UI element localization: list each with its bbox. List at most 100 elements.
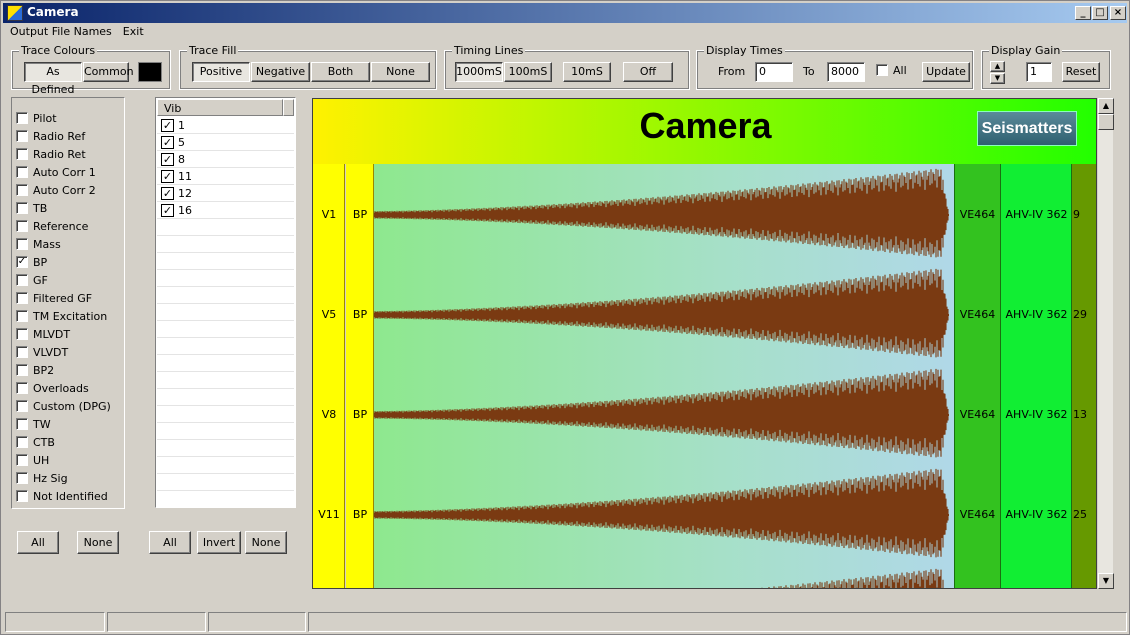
model-column (1001, 164, 1072, 588)
vib-column-header[interactable]: Vib (157, 99, 283, 116)
camera-display[interactable]: Camera Seismatters V1 BP VE464 AHV-IV 362 9 V… (312, 98, 1097, 589)
signal-types-list: Pilot Radio Ref Radio Ret Auto Corr 1 Auto C… (11, 97, 125, 509)
scroll-down-button[interactable]: ▼ (1098, 573, 1114, 589)
vib-label: 1 (178, 119, 185, 132)
signal-checkbox[interactable] (16, 490, 28, 502)
signal-checkbox[interactable] (16, 130, 28, 142)
signals-all-button[interactable]: All (17, 531, 59, 554)
vib-checkbox[interactable]: ✓ (161, 204, 174, 217)
fill-both-button[interactable]: Both (311, 62, 370, 82)
from-input[interactable]: 0 (755, 62, 793, 82)
vib-checkbox[interactable]: ✓ (161, 136, 174, 149)
timing-10ms-button[interactable]: 10mS (563, 62, 611, 82)
vib-checkbox[interactable]: ✓ (161, 187, 174, 200)
signal-checkbox[interactable] (16, 220, 28, 232)
timing-lines-legend: Timing Lines (452, 44, 526, 57)
trace-vib-label: V11 (318, 508, 340, 521)
app-icon (7, 5, 23, 21)
vib-row[interactable]: ✓ 12 (157, 185, 294, 202)
vib-row[interactable]: ✓ 11 (157, 168, 294, 185)
close-button[interactable]: × (1110, 6, 1126, 20)
signal-checkbox[interactable] (16, 418, 28, 430)
signal-checkbox[interactable] (16, 148, 28, 160)
minimize-button[interactable]: _ (1075, 6, 1091, 20)
vib-invert-button[interactable]: Invert (197, 531, 241, 554)
trace-model-label: AHV-IV 362 (1005, 208, 1068, 221)
signal-label: Mass (33, 238, 61, 251)
signal-checkbox[interactable] (16, 184, 28, 196)
menu-output-file-names[interactable]: Output File Names (10, 25, 112, 38)
gain-input[interactable]: 1 (1026, 62, 1052, 82)
signal-checkbox[interactable] (16, 274, 28, 286)
trace-colours-legend: Trace Colours (19, 44, 98, 57)
signal-checkbox[interactable] (16, 400, 28, 412)
menu-exit[interactable]: Exit (123, 25, 144, 38)
gain-up-button[interactable]: ▲ (990, 61, 1005, 72)
signals-none-button[interactable]: None (77, 531, 119, 554)
maximize-button[interactable]: □ (1092, 6, 1108, 20)
vib-all-button[interactable]: All (149, 531, 191, 554)
signal-label: Not Identified (33, 490, 108, 503)
trace-fill-legend: Trace Fill (187, 44, 239, 57)
signal-checkbox[interactable] (16, 454, 28, 466)
vib-row[interactable]: ✓ 16 (157, 202, 294, 219)
signal-checkbox[interactable]: ✓ (16, 256, 28, 268)
vib-row[interactable]: ✓ 1 (157, 117, 294, 134)
timing-off-button[interactable]: Off (623, 62, 673, 82)
signal-checkbox[interactable] (16, 238, 28, 250)
vib-row[interactable]: ✓ 8 (157, 151, 294, 168)
colour-swatch[interactable] (138, 62, 162, 82)
camera-scrollbar[interactable]: ▲ ▼ (1097, 98, 1114, 589)
timing-100ms-button[interactable]: 100mS (504, 62, 552, 82)
trace-colours-group: Trace Colours As Defined Common (11, 44, 171, 96)
scroll-up-button[interactable]: ▲ (1098, 98, 1114, 114)
signal-checkbox[interactable] (16, 310, 28, 322)
update-button[interactable]: Update (922, 62, 970, 82)
fill-negative-button[interactable]: Negative (251, 62, 310, 82)
trace-fill-group: Trace Fill Positive Negative Both None (179, 44, 437, 90)
signal-checkbox[interactable] (16, 364, 28, 376)
vib-checkbox[interactable]: ✓ (161, 170, 174, 183)
vib-row (157, 423, 294, 440)
timing-1000ms-button[interactable]: 1000mS (455, 62, 503, 82)
trace-unit-label: VE464 (959, 208, 996, 221)
signal-label: Overloads (33, 382, 89, 395)
scroll-thumb[interactable] (1098, 114, 1114, 130)
signal-checkbox[interactable] (16, 436, 28, 448)
title-bar[interactable]: Camera _ □ × (3, 3, 1127, 23)
signal-checkbox[interactable] (16, 328, 28, 340)
signal-checkbox[interactable] (16, 292, 28, 304)
signal-checkbox[interactable] (16, 346, 28, 358)
status-panel-1 (5, 612, 105, 632)
trace-vib-label: V5 (321, 308, 337, 321)
signal-checkbox[interactable] (16, 112, 28, 124)
all-times-label: All (893, 64, 907, 77)
signal-checkbox[interactable] (16, 472, 28, 484)
vib-none-button[interactable]: None (245, 531, 287, 554)
waveform-plot (374, 164, 954, 588)
fill-positive-button[interactable]: Positive (192, 62, 250, 82)
vib-checkbox[interactable]: ✓ (161, 119, 174, 132)
reset-gain-button[interactable]: Reset (1062, 62, 1100, 82)
status-panel-4 (308, 612, 1127, 632)
vib-checkbox[interactable]: ✓ (161, 153, 174, 166)
vib-label: 5 (178, 136, 185, 149)
signal-checkbox[interactable] (16, 382, 28, 394)
all-times-checkbox[interactable] (876, 64, 888, 76)
signal-label: BP2 (33, 364, 55, 377)
fill-none-button[interactable]: None (371, 62, 430, 82)
gain-down-button[interactable]: ▼ (990, 73, 1005, 84)
vib-grid[interactable]: Vib ✓ 1 ✓ 5 ✓ 8 ✓ 11 ✓ 12 ✓ 16 (155, 97, 296, 508)
camera-header: Camera Seismatters (313, 99, 1096, 164)
signal-checkbox[interactable] (16, 202, 28, 214)
as-defined-button[interactable]: As Defined (24, 62, 82, 96)
trace-model-label: AHV-IV 362 (1005, 308, 1068, 321)
vib-row (157, 372, 294, 389)
number-column (1072, 164, 1096, 588)
to-input[interactable]: 8000 (827, 62, 865, 82)
vib-row[interactable]: ✓ 5 (157, 134, 294, 151)
display-gain-group: Display Gain ▲ ▼ 1 Reset (981, 44, 1111, 90)
common-button[interactable]: Common (83, 62, 134, 82)
signal-checkbox[interactable] (16, 166, 28, 178)
menu-bar: Output File Names Exit (3, 25, 148, 41)
